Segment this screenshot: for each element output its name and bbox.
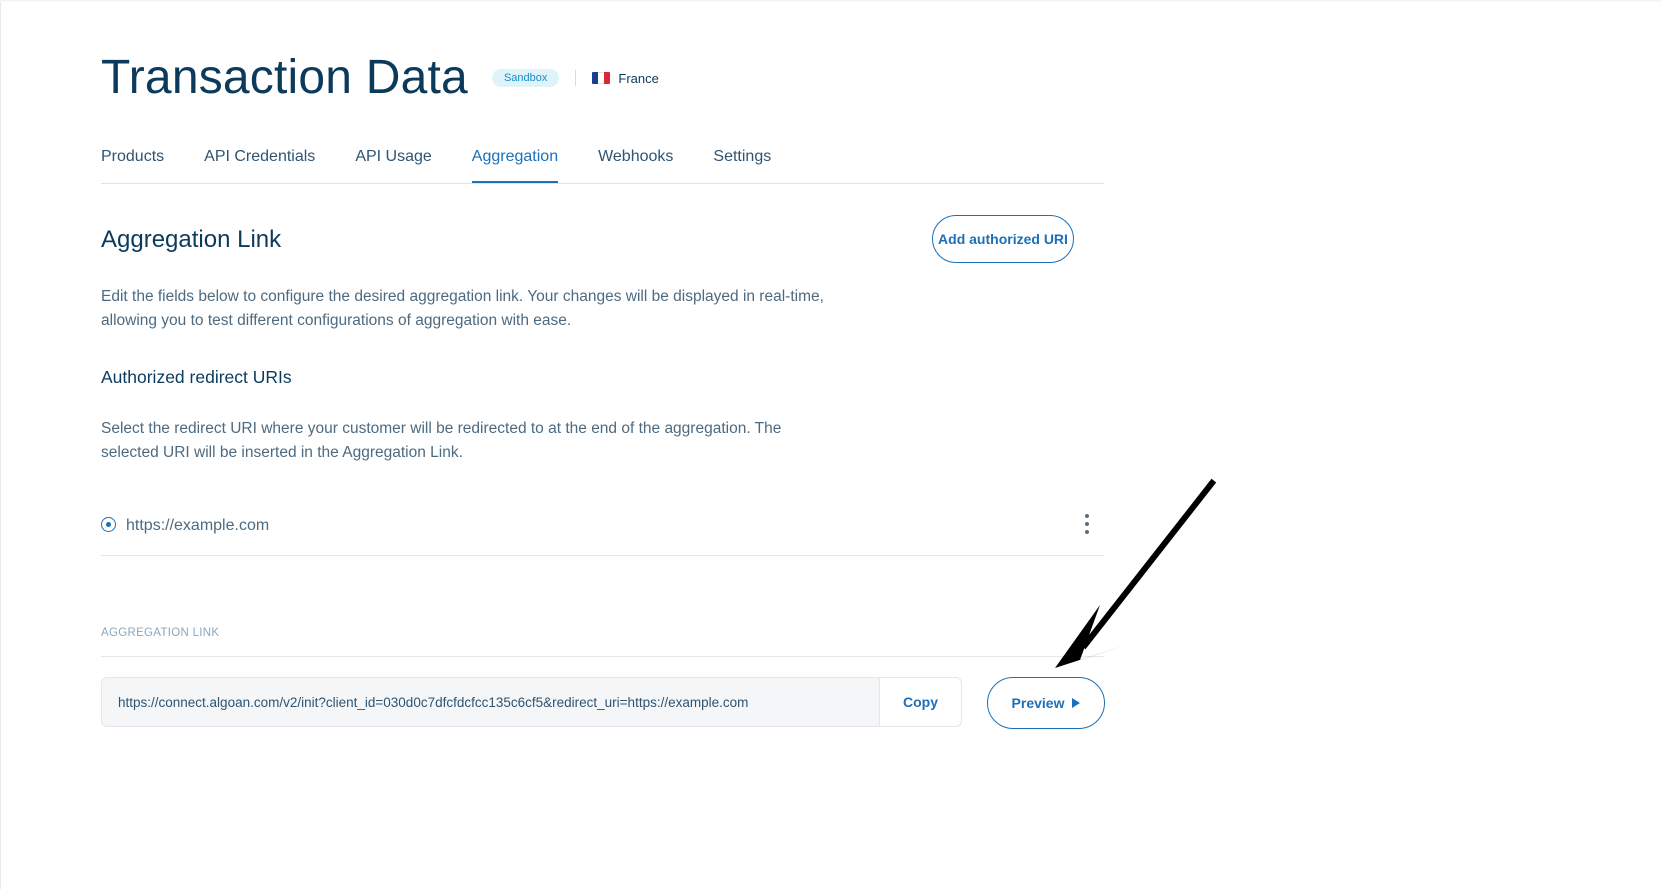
tab-products[interactable]: Products [101, 140, 164, 182]
section-title: Aggregation Link [101, 226, 282, 253]
divider [101, 656, 1104, 657]
radio-selected-icon[interactable] [101, 517, 116, 532]
copy-button[interactable]: Copy [879, 678, 961, 726]
environment-badge: Sandbox [491, 69, 560, 87]
aggregation-link-label: AGGREGATION LINK [101, 627, 220, 639]
aggregation-link-value[interactable]: https://connect.algoan.com/v2/init?clien… [102, 678, 879, 726]
tab-settings[interactable]: Settings [713, 140, 771, 182]
page-header: Transaction Data Sandbox France [101, 50, 659, 106]
uri-label: https://example.com [126, 517, 270, 534]
country-label: France [618, 70, 659, 86]
uri-list-item: https://example.com [101, 508, 1104, 556]
preview-button[interactable]: Preview [987, 677, 1105, 729]
window-edge [0, 0, 1, 889]
page-title: Transaction Data [101, 51, 468, 104]
play-icon [1072, 698, 1081, 708]
tab-api-credentials[interactable]: API Credentials [204, 140, 315, 182]
france-flag-icon [592, 72, 611, 84]
tab-webhooks[interactable]: Webhooks [598, 140, 673, 182]
aggregation-link-field: https://connect.algoan.com/v2/init?clien… [101, 677, 962, 727]
add-authorized-uri-button[interactable]: Add authorized URI [932, 215, 1074, 263]
annotation-arrow [1055, 478, 1217, 668]
tab-api-usage[interactable]: API Usage [355, 140, 431, 182]
redirect-uris-title: Authorized redirect URIs [101, 367, 292, 387]
preview-label: Preview [1011, 695, 1065, 711]
tab-aggregation[interactable]: Aggregation [471, 140, 559, 183]
section-description: Edit the fields below to configure the d… [101, 288, 824, 329]
nav-tabs: Products API Credentials API Usage Aggre… [101, 140, 1104, 184]
top-shadow [0, 0, 1662, 2]
redirect-uris-description: Select the redirect URI where your custo… [101, 420, 782, 461]
header-separator [575, 70, 577, 86]
